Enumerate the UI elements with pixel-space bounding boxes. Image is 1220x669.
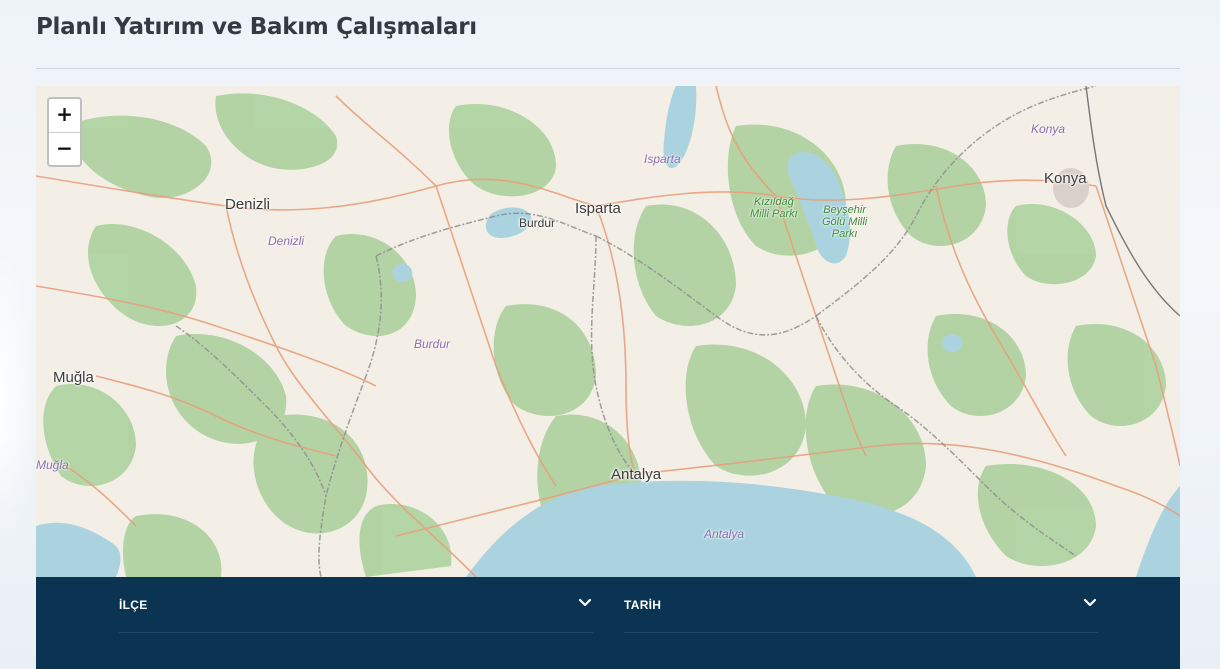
ilce-select[interactable]: İLÇE: [119, 595, 593, 633]
page-title: Planlı Yatırım ve Bakım Çalışmaları: [36, 14, 477, 40]
tarih-select[interactable]: TARİH: [624, 595, 1098, 633]
region-label-antalya: Antalya: [704, 527, 745, 541]
region-label-konya: Konya: [1031, 122, 1066, 136]
city-label-mugla: Muğla: [53, 369, 94, 386]
zoom-control[interactable]: + −: [47, 97, 82, 167]
background-cloud: [0, 250, 40, 550]
city-label-konya: Konya: [1044, 170, 1087, 187]
city-label-burdur: Burdur: [519, 216, 556, 230]
city-label-denizli: Denizli: [225, 196, 271, 213]
chevron-down-icon: [578, 598, 592, 607]
map[interactable]: + − Denizli Isparta Burdur Konya Muğla A…: [36, 86, 1180, 577]
region-label-mugla: Muğla: [36, 458, 69, 472]
chevron-down-icon: [1083, 598, 1097, 607]
park-label-beysehir: Beyşehir Gölü Milli Parkı: [822, 204, 868, 240]
zoom-in-button[interactable]: +: [49, 99, 80, 132]
region-label-burdur: Burdur: [414, 337, 451, 351]
ilce-label: İLÇE: [119, 598, 148, 612]
region-label-isparta: Isparta: [644, 152, 681, 166]
city-label-antalya: Antalya: [611, 466, 662, 483]
city-label-isparta: Isparta: [575, 200, 621, 217]
title-divider: [36, 68, 1180, 69]
park-label-kizildag: Kızıldağ Milli Parkı: [750, 196, 798, 220]
tarih-label: TARİH: [624, 598, 662, 612]
zoom-out-button[interactable]: −: [49, 132, 80, 165]
region-label-denizli: Denizli: [268, 234, 305, 248]
map-tiles: [36, 86, 1180, 577]
filter-bar: İLÇE TARİH: [36, 577, 1180, 669]
